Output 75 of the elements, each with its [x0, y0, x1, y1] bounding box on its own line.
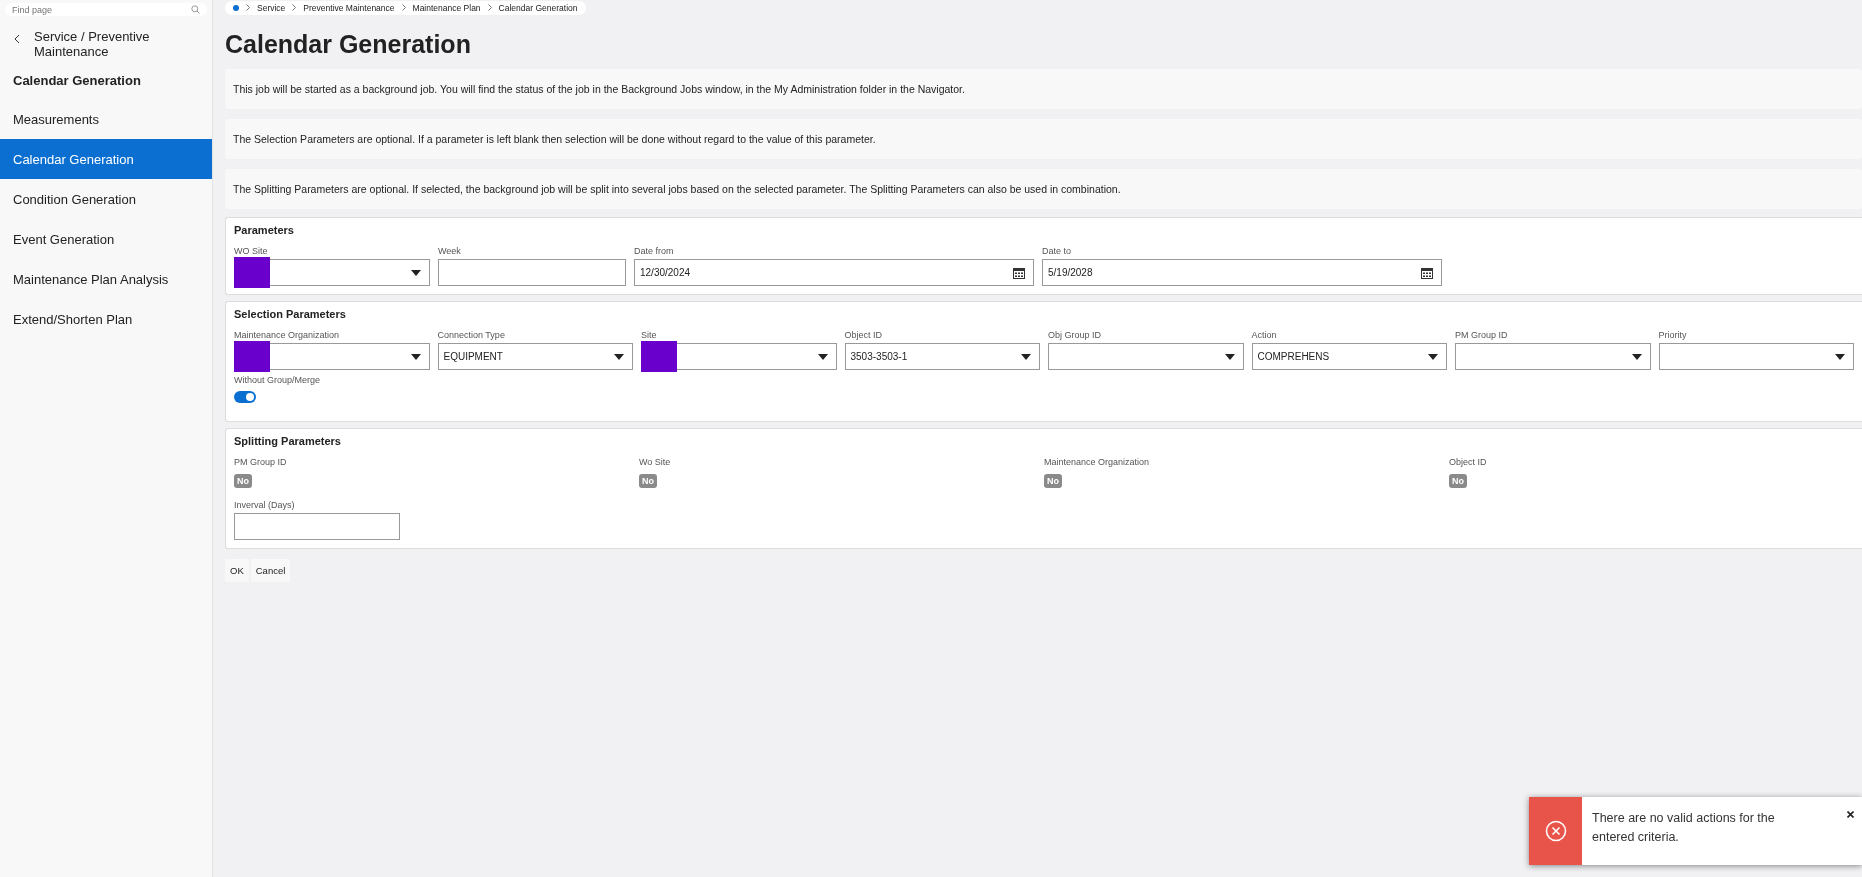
toggle-label: Without Group/Merge	[234, 375, 321, 385]
action-button[interactable]: Cancel	[250, 559, 291, 582]
field-label: Connection Type	[437, 330, 505, 340]
caret-icon	[1631, 353, 1642, 360]
breadcrumb-link[interactable]: Maintenance Plan	[412, 3, 481, 13]
close-icon[interactable]	[1847, 811, 1854, 818]
field-label: Priority	[1658, 330, 1687, 340]
search-icon	[191, 5, 200, 14]
field-label: Date from	[634, 246, 674, 256]
action-button[interactable]: OK	[225, 559, 249, 582]
dropdown-field[interactable]	[1048, 343, 1244, 370]
switch-label: Maintenance Organization	[1044, 457, 1150, 467]
caret-icon	[1428, 353, 1438, 360]
page-heading: Calendar Generation	[12, 72, 142, 90]
input-field[interactable]	[438, 259, 626, 286]
date-field[interactable]: 12/30/2024	[634, 259, 1034, 286]
page-title: Calendar Generation	[225, 30, 472, 56]
info-message: The Splitting Parameters are optional. If selected, the background job will be split into several jobs based on the selected parameter. The Splitting Parameters can also be used in combination.	[233, 183, 1121, 195]
sidebar-item[interactable]: Measurements	[0, 99, 212, 139]
field-label: Date to	[1042, 246, 1072, 256]
field-label: PM Group ID	[1455, 330, 1508, 340]
field-label: Object ID	[844, 330, 882, 340]
error-icon	[1544, 820, 1567, 842]
chevron-icon	[292, 3, 297, 13]
chevron-icon	[487, 3, 492, 13]
chevron-icon	[246, 3, 250, 13]
dropdown-field[interactable]	[641, 343, 837, 370]
field-label: Site	[641, 330, 657, 340]
caret-icon	[817, 353, 828, 360]
sidebar-item[interactable]: Condition Generation	[0, 179, 212, 219]
dropdown-field[interactable]	[1455, 343, 1651, 370]
breadcrumb-link[interactable]: Service	[257, 3, 286, 13]
switch-label: PM Group ID	[234, 457, 287, 467]
toggle-switch[interactable]	[234, 391, 256, 403]
breadcrumb-link[interactable]: Calendar Generation	[498, 3, 578, 13]
caret-icon	[410, 353, 421, 360]
field-label: Action	[1251, 330, 1277, 340]
caret-icon	[1835, 353, 1845, 360]
dropdown-field[interactable]: EQUIPMENT	[437, 343, 633, 370]
caret-icon	[614, 353, 624, 360]
dropdown-field[interactable]	[1658, 343, 1854, 370]
dropdown-field[interactable]	[234, 343, 430, 370]
search-field[interactable]: Find page	[5, 3, 207, 16]
field-label: WO Site	[234, 246, 268, 256]
sidebar-item[interactable]: Maintenance Plan Analysis	[0, 259, 212, 299]
calendar-icon	[1013, 266, 1025, 279]
dropdown-field[interactable]	[234, 259, 430, 286]
breadcrumb-link[interactable]: Preventive Maintenance	[303, 3, 395, 13]
field-label: Week	[438, 246, 461, 256]
input-field[interactable]	[234, 513, 400, 540]
sidebar-item[interactable]: Extend/Shorten Plan	[0, 299, 212, 339]
back-chevron-icon[interactable]	[14, 34, 20, 44]
date-field[interactable]: 5/19/2028	[1042, 259, 1442, 286]
dropdown-field[interactable]: COMPREHENS	[1251, 343, 1447, 370]
section-title: Parameters	[234, 224, 294, 236]
home-dot-icon[interactable]	[233, 5, 239, 11]
switch-label: Object ID	[1449, 457, 1487, 467]
field-label: Maintenance Organization	[234, 330, 340, 340]
section-title: Service / Preventive Maintenance	[34, 29, 151, 59]
sidebar-item[interactable]: Event Generation	[0, 219, 212, 259]
section-title: Splitting Parameters	[234, 435, 341, 447]
info-message: The Selection Parameters are optional. If a parameter is left blank then selection will be done without regard to the value of this parameter.	[233, 133, 876, 145]
caret-icon	[1224, 353, 1235, 360]
field-label: Inverval (Days)	[234, 500, 295, 510]
calendar-icon	[1421, 266, 1433, 279]
section-title: Selection Parameters	[234, 308, 346, 320]
caret-icon	[411, 269, 421, 276]
switch-label: Wo Site	[639, 457, 671, 467]
caret-icon	[1021, 353, 1031, 360]
sidebar-item[interactable]: Calendar Generation	[0, 139, 212, 179]
field-label: Obj Group ID	[1048, 330, 1102, 340]
info-message: This job will be started as a background job. You will find the status of the job in the Background Jobs window, in the My Administration folder in the Navigator.	[233, 83, 965, 95]
chevron-icon	[401, 3, 406, 13]
toast-message: There are no valid actions for the entered criteria.	[1591, 810, 1776, 846]
dropdown-field[interactable]: 3503-3503-1	[844, 343, 1040, 370]
